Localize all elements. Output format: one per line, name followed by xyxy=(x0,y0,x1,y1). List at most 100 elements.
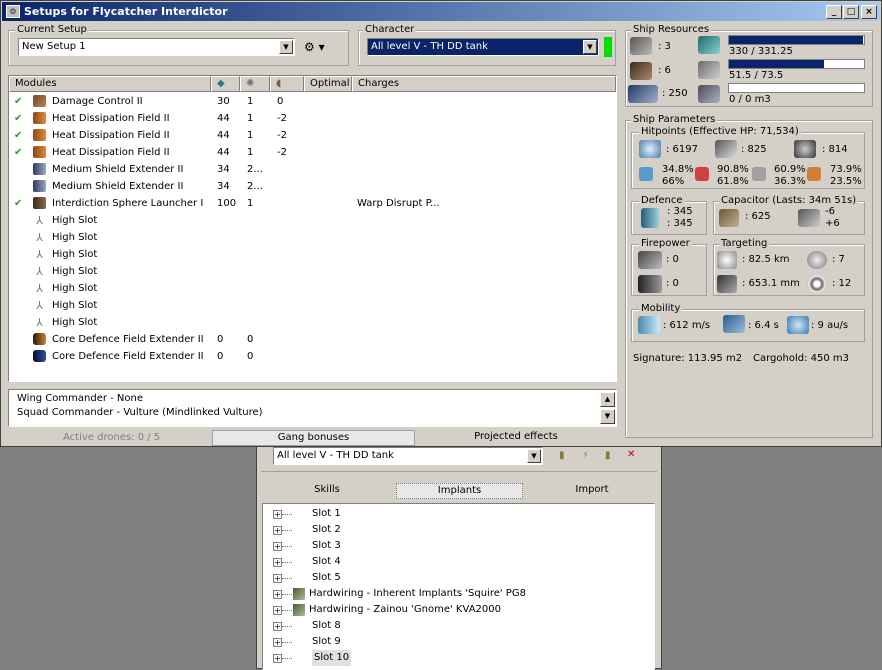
tab-gang-bonuses[interactable]: Gang bonuses xyxy=(212,430,415,446)
dropdown-arrow-icon[interactable]: ▼ xyxy=(527,449,541,463)
module-row[interactable]: ✔ Heat Dissipation Field II 44 1 -2 xyxy=(9,144,614,161)
expand-icon[interactable]: + xyxy=(273,622,282,631)
max-targets: : 7 xyxy=(832,254,845,265)
implant-icon-3[interactable]: ▮ xyxy=(605,450,611,462)
setup-menu-button[interactable]: ⚙ ▾ xyxy=(304,41,325,53)
expand-icon[interactable]: + xyxy=(273,590,282,599)
implant-tree[interactable]: + Slot 1 + Slot 2 + Slot 3 + Slot 4 + Slot 5 + Hard… xyxy=(262,503,655,670)
module-row[interactable]: Core Defence Field Extender II 0 0 xyxy=(9,331,614,348)
character-select[interactable]: All level V - TH DD tank ▼ xyxy=(367,38,599,56)
setup-select[interactable]: New Setup 1 ▼ xyxy=(18,38,295,56)
expand-icon[interactable]: + xyxy=(273,558,282,567)
col-optimal[interactable]: Optimal xyxy=(304,76,352,92)
missile-dps: : 0 xyxy=(666,278,679,289)
tab-implants[interactable]: Implants xyxy=(396,483,523,499)
module-row[interactable]: ⅄ High Slot xyxy=(9,263,614,280)
expand-icon[interactable]: + xyxy=(273,526,282,535)
module-row[interactable]: ⅄ High Slot xyxy=(9,297,614,314)
module-row[interactable]: ⅄ High Slot xyxy=(9,212,614,229)
module-cpu: 100 xyxy=(217,198,237,209)
signature-radius: Signature: 113.95 m2 xyxy=(633,353,743,364)
cargohold: Cargohold: 450 m3 xyxy=(753,353,850,364)
tab-skills-label: Skills xyxy=(314,484,340,495)
implant-icon-1[interactable]: ▮ xyxy=(559,450,565,462)
implant-slot[interactable]: + Slot 5 xyxy=(263,570,653,586)
module-row[interactable]: ✔ Interdiction Sphere Launcher I 100 1 Warp … xyxy=(9,195,614,212)
implant-slot[interactable]: + Slot 3 xyxy=(263,538,653,554)
module-row[interactable]: Medium Shield Extender II 34 2... xyxy=(9,178,614,195)
title-bar[interactable]: ⚙ Setups for Flycatcher Interdictor _ □ … xyxy=(2,2,880,21)
gang-box[interactable]: Wing Commander - None Squad Commander - … xyxy=(8,389,617,427)
expand-icon[interactable]: + xyxy=(273,654,282,663)
tab-projected-effects[interactable]: Projected effects xyxy=(461,430,571,446)
expand-icon[interactable]: + xyxy=(273,606,282,615)
explosive-resist-a: 73.9% xyxy=(830,164,862,175)
module-cap: -2 xyxy=(277,130,287,141)
module-power: 0 xyxy=(247,334,254,345)
implant-slot[interactable]: + Slot 9 xyxy=(263,634,653,650)
module-row[interactable]: ✔ Heat Dissipation Field II 44 1 -2 xyxy=(9,127,614,144)
implant-slot-label: Slot 3 xyxy=(312,540,341,551)
module-row[interactable]: ⅄ High Slot xyxy=(9,280,614,297)
expand-icon[interactable]: + xyxy=(273,542,282,551)
align-time: : 6.4 s xyxy=(748,320,779,331)
implant-icon-2[interactable]: ⚡ xyxy=(582,450,589,462)
character-select-2[interactable]: All level V - TH DD tank ▼ xyxy=(273,447,543,465)
drone-bay-icon xyxy=(628,85,658,103)
implant-slot[interactable]: + Slot 10 xyxy=(263,650,653,666)
implant-slot-label: Slot 4 xyxy=(312,556,341,567)
character-label: Character xyxy=(363,24,417,36)
module-row[interactable]: ⅄ High Slot xyxy=(9,314,614,331)
close-button[interactable]: × xyxy=(861,5,877,19)
col-power[interactable]: ✺ xyxy=(240,76,270,92)
maximize-button[interactable]: □ xyxy=(843,5,859,19)
col-cpu[interactable]: ◆ xyxy=(211,76,240,92)
module-row[interactable]: Core Defence Field Extender II 0 0 xyxy=(9,348,614,365)
scan-resolution-icon xyxy=(717,275,737,293)
col-modules[interactable]: Modules xyxy=(9,76,211,92)
col-cap[interactable]: ◖ xyxy=(270,76,304,92)
expand-icon[interactable]: + xyxy=(273,638,282,647)
sensor-strength: : 12 xyxy=(832,278,852,289)
implant-slot[interactable]: + Slot 1 xyxy=(263,506,653,522)
remove-implant-icon[interactable]: ✕ xyxy=(627,449,635,461)
thermal-resist-b: 61.8% xyxy=(717,176,749,187)
module-row[interactable]: ✔ Damage Control II 30 1 0 xyxy=(9,93,614,110)
module-row[interactable]: ✔ Heat Dissipation Field II 44 1 -2 xyxy=(9,110,614,127)
minimize-button[interactable]: _ xyxy=(826,5,842,19)
implant-slot[interactable]: + Slot 2 xyxy=(263,522,653,538)
setup-select-value: New Setup 1 xyxy=(22,41,86,52)
slot-icon: ⅄ xyxy=(36,231,43,244)
implant-slot[interactable]: + Hardwiring - Inherent Implants 'Squire'… xyxy=(263,586,653,602)
setup-window: ⚙ Setups for Flycatcher Interdictor _ □ … xyxy=(0,0,882,447)
firepower-label: Firepower xyxy=(639,238,692,250)
cap-recharge-icon xyxy=(798,209,820,227)
launcher-count: : 6 xyxy=(658,65,671,76)
module-row[interactable]: ⅄ High Slot xyxy=(9,246,614,263)
tree-connector xyxy=(282,610,292,611)
tab-skills[interactable]: Skills xyxy=(297,483,357,499)
scroll-up-button[interactable]: ▲ xyxy=(600,392,615,407)
modules-list[interactable]: Modules ◆ ✺ ◖ Optimal Charges ✔ Damage Co… xyxy=(8,75,617,382)
character-status-indicator xyxy=(604,37,612,57)
module-cpu: 34 xyxy=(217,164,230,175)
module-row[interactable]: ⅄ High Slot xyxy=(9,229,614,246)
dropdown-arrow-icon[interactable]: ▼ xyxy=(583,40,597,54)
current-setup-label: Current Setup xyxy=(15,24,89,36)
implant-slot-label: Slot 10 xyxy=(312,650,352,666)
warp-speed-icon xyxy=(787,316,809,334)
expand-icon[interactable]: + xyxy=(273,574,282,583)
tab-import[interactable]: Import xyxy=(562,483,622,499)
module-row[interactable]: Medium Shield Extender II 34 2... xyxy=(9,161,614,178)
col-charges[interactable]: Charges xyxy=(352,76,616,92)
dropdown-arrow-icon[interactable]: ▼ xyxy=(279,40,293,54)
implant-slot[interactable]: + Hardwiring - Zainou 'Gnome' KVA2000 xyxy=(263,602,653,618)
kinetic-resist-icon xyxy=(752,167,766,181)
max-velocity: : 612 m/s xyxy=(663,320,711,331)
scroll-down-button[interactable]: ▼ xyxy=(600,409,615,424)
implant-slot[interactable]: + Slot 8 xyxy=(263,618,653,634)
implant-slot[interactable]: + Slot 4 xyxy=(263,554,653,570)
module-name: Medium Shield Extender II xyxy=(52,181,184,192)
slot-icon: ⅄ xyxy=(36,282,43,295)
expand-icon[interactable]: + xyxy=(273,510,282,519)
